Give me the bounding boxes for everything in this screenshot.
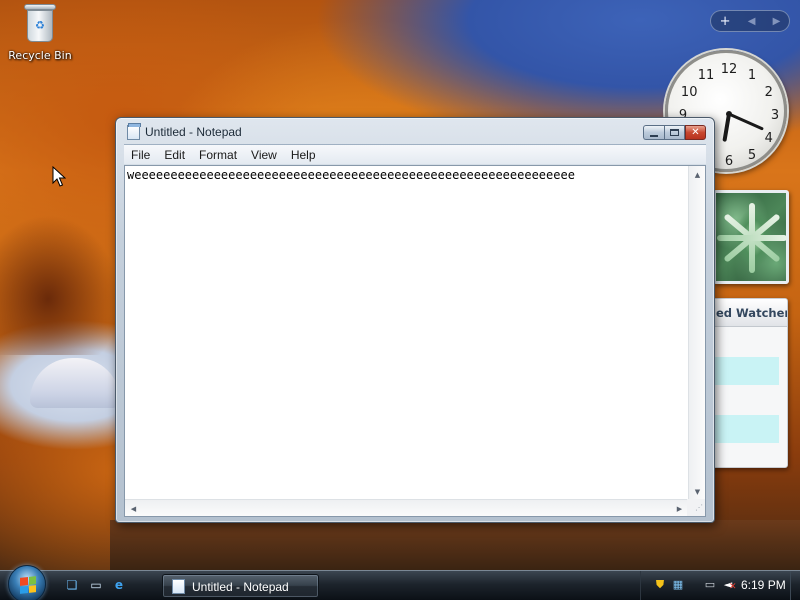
feed-watcher-gadget[interactable]: ed Watcher (710, 298, 788, 468)
menu-file[interactable]: File (124, 146, 157, 164)
feed-row[interactable] (715, 328, 779, 356)
recycle-bin-icon: ♻ (23, 2, 57, 44)
text-editor[interactable]: weeeeeeeeeeeeeeeeeeeeeeeeeeeeeeeeeeeeeee… (124, 165, 706, 517)
notepad-icon (172, 579, 185, 594)
show-desktop-icon[interactable]: ▭ (87, 576, 105, 594)
menu-edit[interactable]: Edit (157, 146, 192, 164)
scroll-right-icon[interactable]: ▶ (671, 500, 688, 517)
taskbar-notepad-label: Untitled - Notepad (192, 580, 289, 594)
taskbar: ❏ ▭ e Untitled - Notepad ⛊ ▦ ▭ ◄ ✕ 6:19 … (0, 565, 800, 600)
horizontal-scrollbar[interactable]: ◀ ▶ (125, 499, 688, 516)
clock-numeral: 11 (698, 68, 715, 83)
caption-buttons: ✕ (643, 125, 706, 140)
resize-grip-icon[interactable]: ⋰ (687, 499, 705, 516)
start-button[interactable] (8, 565, 46, 600)
sidebar-controls: + ◀ ▶ (710, 10, 790, 32)
menu-bar: File Edit Format View Help (124, 144, 706, 164)
wallpaper-arch (30, 358, 120, 408)
clock-numeral: 6 (725, 154, 733, 169)
wallpaper-shadow (0, 215, 120, 355)
minute-hand (727, 112, 764, 131)
notepad-window[interactable]: Untitled - Notepad ✕ File Edit Format Vi… (115, 117, 715, 523)
feed-row[interactable] (715, 386, 779, 414)
desktop: ♻ Recycle Bin + ◀ ▶ 121234567891011 ed W… (0, 0, 800, 570)
clock-numeral: 12 (721, 62, 738, 77)
clock-numeral: 2 (765, 85, 773, 100)
maximize-icon (670, 129, 679, 136)
clock-numeral: 10 (681, 85, 698, 100)
hour-hand (722, 112, 731, 142)
windows-logo-icon (20, 576, 36, 594)
vertical-scrollbar[interactable]: ▲ ▼ (688, 166, 705, 500)
scroll-left-icon[interactable]: ◀ (125, 500, 142, 517)
security-shield-icon[interactable]: ⛊ (653, 578, 667, 592)
scroll-down-icon[interactable]: ▼ (689, 483, 706, 500)
feed-watcher-title: ed Watcher (711, 299, 787, 327)
window-title: Untitled - Notepad (145, 125, 242, 139)
recycle-bin-shortcut[interactable]: ♻ Recycle Bin (6, 2, 74, 62)
clock-numeral: 4 (765, 131, 773, 146)
recycle-bin-label: Recycle Bin (8, 49, 72, 62)
menu-view[interactable]: View (244, 146, 284, 164)
minimize-icon (650, 134, 658, 137)
network-icon[interactable]: ▦ (671, 578, 685, 592)
display-icon[interactable]: ▭ (703, 578, 717, 592)
add-gadget-button[interactable]: + (720, 14, 731, 29)
internet-explorer-icon[interactable]: e (110, 576, 128, 594)
menu-help[interactable]: Help (284, 146, 323, 164)
show-desktop-strip[interactable] (790, 571, 800, 600)
maximize-button[interactable] (664, 125, 685, 140)
system-tray: ⛊ ▦ ▭ ◄ ✕ 6:19 PM (640, 571, 800, 600)
title-bar[interactable]: Untitled - Notepad ✕ (116, 118, 714, 145)
close-icon: ✕ (691, 127, 700, 138)
editor-content[interactable]: weeeeeeeeeeeeeeeeeeeeeeeeeeeeeeeeeeeeeee… (127, 168, 575, 182)
menu-format[interactable]: Format (192, 146, 244, 164)
mouse-cursor-icon (52, 166, 66, 187)
mute-indicator-icon: ✕ (729, 582, 737, 592)
notepad-app-icon[interactable] (127, 123, 141, 140)
feed-row[interactable] (715, 444, 779, 467)
next-page-button[interactable]: ▶ (773, 16, 781, 27)
feed-row[interactable] (715, 415, 779, 443)
taskbar-notepad-button[interactable]: Untitled - Notepad (162, 574, 319, 598)
scroll-up-icon[interactable]: ▲ (689, 166, 706, 183)
feed-row[interactable] (715, 357, 779, 385)
slideshow-gadget[interactable] (713, 190, 789, 284)
previous-page-button[interactable]: ◀ (748, 16, 756, 27)
wallpaper-ground (110, 520, 800, 570)
close-button[interactable]: ✕ (685, 125, 706, 140)
switch-user-icon[interactable]: ❏ (63, 576, 81, 594)
clock-numeral: 5 (748, 148, 756, 163)
taskbar-clock[interactable]: 6:19 PM (741, 578, 786, 592)
clock-numeral: 1 (748, 68, 756, 83)
minimize-button[interactable] (643, 125, 664, 140)
clock-numeral: 3 (771, 108, 779, 123)
